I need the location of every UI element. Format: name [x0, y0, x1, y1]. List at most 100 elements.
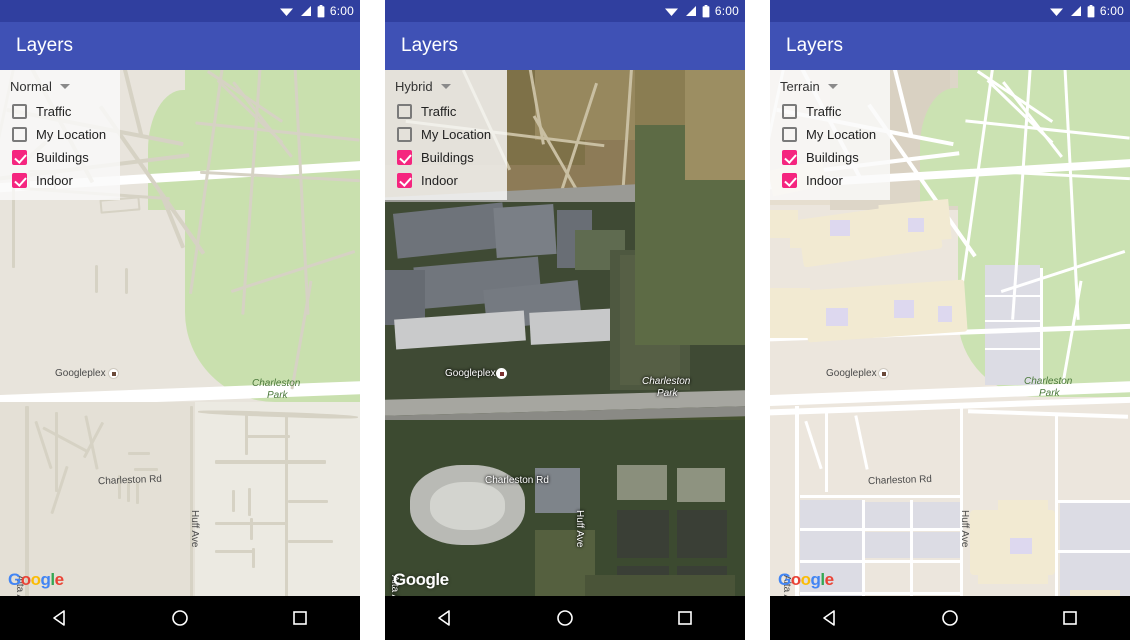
buildings-checkbox[interactable]	[782, 150, 797, 165]
logo-letter-e: e	[439, 570, 449, 589]
logo-letter-g1: G	[8, 570, 21, 589]
home-circle-icon	[557, 610, 573, 626]
signal-icon	[1070, 6, 1081, 16]
phone-screen-hybrid: 6:00 Layers Googleplex Charleston Park C…	[385, 0, 745, 640]
map-label-huff-ave: Huff Ave	[189, 510, 200, 548]
status-bar: 6:00	[770, 0, 1130, 22]
poi-marker-googleplex[interactable]	[878, 368, 889, 379]
nav-home-button[interactable]	[544, 597, 586, 639]
indoor-checkbox[interactable]	[782, 173, 797, 188]
signal-icon	[300, 6, 311, 16]
nav-recents-button[interactable]	[664, 597, 706, 639]
indoor-label: Indoor	[806, 173, 843, 188]
my-location-label: My Location	[806, 127, 877, 142]
map-label-huff-ave: Huff Ave	[574, 510, 585, 548]
status-bar-time: 6:00	[329, 4, 354, 18]
logo-letter-o1: o	[20, 570, 31, 589]
google-logo: Google	[8, 570, 64, 590]
app-bar-title: Layers	[786, 35, 844, 56]
nav-recents-button[interactable]	[1049, 597, 1091, 639]
map-type-spinner[interactable]: Hybrid	[385, 76, 507, 100]
checkbox-row-indoor[interactable]: Indoor	[0, 169, 120, 192]
back-triangle-icon	[823, 610, 835, 626]
android-nav-bar	[0, 596, 360, 640]
back-triangle-icon	[53, 610, 65, 626]
indoor-checkbox[interactable]	[397, 173, 412, 188]
nav-back-button[interactable]	[424, 597, 466, 639]
my-location-checkbox[interactable]	[397, 127, 412, 142]
nav-back-button[interactable]	[809, 597, 851, 639]
nav-home-button[interactable]	[929, 597, 971, 639]
traffic-checkbox[interactable]	[397, 104, 412, 119]
map-label-charleston-rd: Charleston Rd	[485, 475, 549, 486]
buildings-checkbox[interactable]	[397, 150, 412, 165]
poi-marker-googleplex[interactable]	[496, 368, 507, 379]
android-nav-bar	[770, 596, 1130, 640]
map-label-charleston-park-line1: Charleston	[642, 376, 691, 387]
poi-marker-googleplex[interactable]	[108, 368, 119, 379]
home-circle-icon	[172, 610, 188, 626]
nav-recents-button[interactable]	[279, 597, 321, 639]
map-label-huff-ave: Huff Ave	[959, 510, 970, 548]
google-logo: Google	[778, 570, 834, 590]
battery-icon	[1087, 4, 1095, 17]
map-type-spinner[interactable]: Normal	[0, 76, 120, 100]
logo-letter-o1: o	[790, 570, 801, 589]
nav-back-button[interactable]	[39, 597, 81, 639]
checkbox-row-indoor[interactable]: Indoor	[770, 169, 890, 192]
indoor-checkbox[interactable]	[12, 173, 27, 188]
chevron-down-icon	[827, 84, 838, 89]
buildings-checkbox[interactable]	[12, 150, 27, 165]
traffic-checkbox[interactable]	[12, 104, 27, 119]
map-type-spinner-value: Normal	[10, 79, 52, 94]
chevron-down-icon	[440, 84, 451, 89]
checkbox-row-buildings[interactable]: Buildings	[770, 146, 890, 169]
status-bar-time: 6:00	[1099, 4, 1124, 18]
indoor-label: Indoor	[421, 173, 458, 188]
map-label-charleston-park-line2: Park	[1039, 388, 1060, 399]
status-bar-time: 6:00	[714, 4, 739, 18]
checkbox-row-traffic[interactable]: Traffic	[0, 100, 120, 123]
wifi-icon	[1049, 8, 1063, 16]
checkbox-row-my-location[interactable]: My Location	[770, 123, 890, 146]
checkbox-row-traffic[interactable]: Traffic	[385, 100, 507, 123]
android-nav-bar	[385, 596, 745, 640]
layers-panel: Terrain Traffic My Location Buildings In…	[770, 70, 890, 200]
logo-letter-e: e	[54, 570, 64, 589]
wifi-icon	[664, 8, 678, 16]
google-logo: Google	[393, 570, 449, 590]
logo-letter-g1: G	[778, 570, 791, 589]
logo-letter-e: e	[824, 570, 834, 589]
map-label-charleston-park-line1: Charleston	[252, 378, 301, 389]
wifi-icon	[279, 8, 293, 16]
home-circle-icon	[942, 610, 958, 626]
logo-letter-o2: o	[30, 570, 41, 589]
checkbox-row-my-location[interactable]: My Location	[0, 123, 120, 146]
back-triangle-icon	[438, 610, 450, 626]
map-type-spinner[interactable]: Terrain	[770, 76, 890, 100]
buildings-label: Buildings	[806, 150, 859, 165]
battery-icon	[702, 4, 710, 17]
traffic-checkbox[interactable]	[782, 104, 797, 119]
my-location-checkbox[interactable]	[12, 127, 27, 142]
battery-icon	[317, 4, 325, 17]
map-type-spinner-value: Terrain	[780, 79, 820, 94]
status-bar: 6:00	[385, 0, 745, 22]
my-location-checkbox[interactable]	[782, 127, 797, 142]
nav-home-button[interactable]	[159, 597, 201, 639]
recents-square-icon	[678, 611, 692, 625]
app-bar-title: Layers	[16, 35, 74, 56]
logo-letter-g2: g	[425, 570, 436, 589]
layers-panel: Normal Traffic My Location Buildings Ind…	[0, 70, 120, 200]
checkbox-row-my-location[interactable]: My Location	[385, 123, 507, 146]
map-label-googleplex: Googleplex	[445, 368, 496, 379]
screenshot-strip: 6:00 Layers Googleplex Charleston Park C…	[0, 0, 1130, 640]
checkbox-row-buildings[interactable]: Buildings	[0, 146, 120, 169]
map-label-charleston-rd: Charleston Rd	[867, 473, 933, 488]
logo-letter-g2: g	[810, 570, 821, 589]
checkbox-row-traffic[interactable]: Traffic	[770, 100, 890, 123]
checkbox-row-indoor[interactable]: Indoor	[385, 169, 507, 192]
checkbox-row-buildings[interactable]: Buildings	[385, 146, 507, 169]
app-bar: Layers	[770, 22, 1130, 70]
phone-screen-normal: 6:00 Layers Googleplex Charleston Park C…	[0, 0, 360, 640]
